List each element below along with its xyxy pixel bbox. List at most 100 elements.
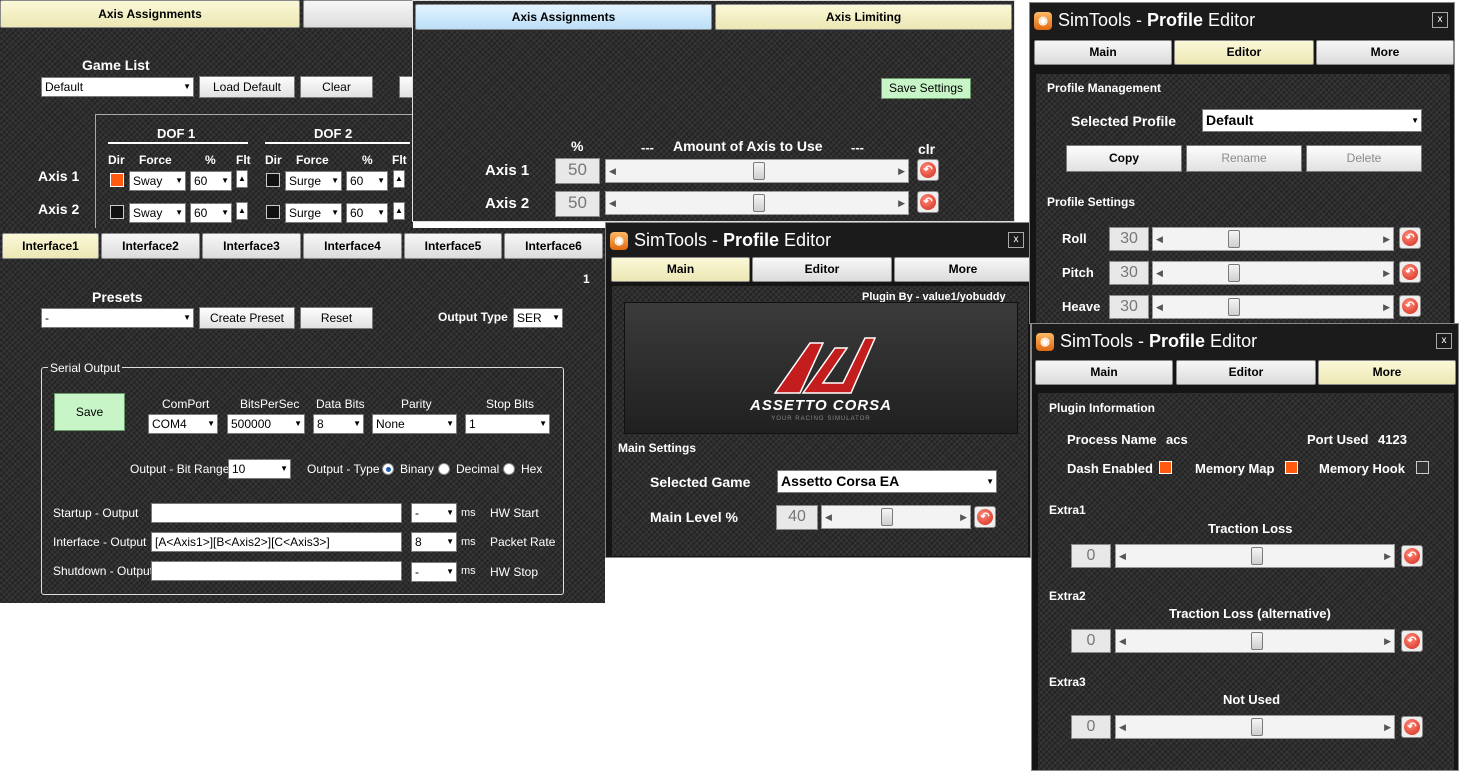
arrow-right-icon[interactable]: ▶ (1383, 228, 1390, 250)
comport-select[interactable]: COM4 ▼ (148, 414, 218, 434)
reset-button[interactable]: Reset (300, 307, 373, 329)
axis1-dof2-flt-button[interactable]: ▲ (393, 170, 405, 188)
selected-profile-select[interactable]: Default ▼ (1202, 109, 1422, 132)
tab-axis-assignments-2[interactable]: Axis Assignments (415, 4, 712, 30)
roll-slider[interactable]: ◀ ▶ (1152, 227, 1394, 251)
axis2-dof1-dir-checkbox[interactable] (110, 205, 124, 219)
shutdown-ms-select[interactable]: - ▼ (411, 562, 457, 582)
slider-thumb[interactable] (1251, 632, 1263, 650)
tab-main[interactable]: Main (611, 257, 750, 282)
startup-input[interactable] (151, 503, 402, 523)
arrow-left-icon[interactable]: ◀ (1119, 630, 1126, 652)
tab-editor[interactable]: Editor (1174, 40, 1314, 65)
slider-thumb[interactable] (753, 162, 765, 180)
selected-game-select[interactable]: Assetto Corsa EA ▼ (777, 470, 997, 493)
arrow-right-icon[interactable]: ▶ (960, 506, 967, 528)
extra2-slider[interactable]: ◀ ▶ (1115, 629, 1395, 653)
tab-main[interactable]: Main (1034, 40, 1172, 65)
tab-axis-limiting[interactable] (303, 0, 413, 28)
heave-value[interactable]: 30 (1109, 295, 1149, 319)
axis2-dof2-flt-button[interactable]: ▲ (393, 202, 405, 220)
tab-axis-assignments[interactable]: Axis Assignments (0, 0, 300, 28)
output-type-select[interactable]: SER ▼ (513, 308, 563, 328)
extra1-slider[interactable]: ◀ ▶ (1115, 544, 1395, 568)
slider-thumb[interactable] (1228, 298, 1241, 316)
bitrange-select[interactable]: 10 ▼ (228, 459, 291, 479)
main-level-value[interactable]: 40 (776, 505, 818, 530)
extra1-clear-button[interactable]: ↶ (1401, 545, 1423, 567)
arrow-left-icon[interactable]: ◀ (1119, 545, 1126, 567)
heave-slider[interactable]: ◀ ▶ (1152, 295, 1394, 319)
presets-select[interactable]: - ▼ (41, 308, 194, 328)
tab-interface6[interactable]: Interface6 (504, 233, 603, 259)
arrow-left-icon[interactable]: ◀ (1156, 296, 1163, 318)
tab-interface3[interactable]: Interface3 (202, 233, 301, 259)
save-button[interactable]: Save (54, 393, 125, 431)
arrow-right-icon[interactable]: ▶ (1383, 262, 1390, 284)
axis1-dof1-flt-button[interactable]: ▲ (236, 170, 248, 188)
axis1-dof2-force-select[interactable]: Surge ▼ (285, 171, 342, 191)
slider-thumb[interactable] (880, 508, 893, 526)
tab-more[interactable]: More (1318, 360, 1456, 385)
arrow-right-icon[interactable]: ▶ (898, 192, 905, 214)
limit-axis1-clear-button[interactable]: ↶ (917, 159, 939, 181)
bps-select[interactable]: 500000 ▼ (227, 414, 305, 434)
arrow-right-icon[interactable]: ▶ (898, 160, 905, 182)
databits-select[interactable]: 8 ▼ (313, 414, 364, 434)
limit-axis1-slider[interactable]: ◀ ▶ (605, 159, 909, 183)
close-icon[interactable]: x (1436, 333, 1452, 349)
dash-enabled-checkbox[interactable] (1159, 461, 1172, 474)
arrow-left-icon[interactable]: ◀ (825, 506, 832, 528)
startup-ms-select[interactable]: - ▼ (411, 503, 457, 523)
axis2-dof1-flt-button[interactable]: ▲ (236, 202, 248, 220)
slider-thumb[interactable] (1228, 230, 1241, 248)
interface-ms-select[interactable]: 8 ▼ (411, 532, 457, 552)
interface-input[interactable]: [A<Axis1>][B<Axis2>][C<Axis3>] (151, 532, 402, 552)
shutdown-input[interactable] (151, 561, 402, 581)
arrow-right-icon[interactable]: ▶ (1384, 545, 1391, 567)
slider-thumb[interactable] (1251, 718, 1263, 736)
game-list-select[interactable]: Default ▼ (41, 77, 194, 97)
arrow-left-icon[interactable]: ◀ (609, 160, 616, 182)
extra-button[interactable] (399, 76, 413, 98)
tab-main[interactable]: Main (1035, 360, 1173, 385)
axis2-dof1-pct-select[interactable]: 60 ▼ (190, 203, 232, 223)
create-preset-button[interactable]: Create Preset (199, 307, 295, 329)
arrow-left-icon[interactable]: ◀ (1156, 228, 1163, 250)
tab-more[interactable]: More (1316, 40, 1454, 65)
axis1-dof1-pct-select[interactable]: 60 ▼ (190, 171, 232, 191)
limit-axis2-value[interactable]: 50 (555, 191, 600, 217)
tab-interface2[interactable]: Interface2 (101, 233, 200, 259)
arrow-left-icon[interactable]: ◀ (1156, 262, 1163, 284)
close-icon[interactable]: x (1008, 232, 1024, 248)
extra3-clear-button[interactable]: ↶ (1401, 716, 1423, 738)
main-level-slider[interactable]: ◀ ▶ (821, 505, 971, 529)
heave-clear-button[interactable]: ↶ (1399, 295, 1421, 317)
tab-editor[interactable]: Editor (1176, 360, 1316, 385)
axis2-dof1-force-select[interactable]: Sway ▼ (129, 203, 186, 223)
pitch-slider[interactable]: ◀ ▶ (1152, 261, 1394, 285)
arrow-left-icon[interactable]: ◀ (1119, 716, 1126, 738)
arrow-right-icon[interactable]: ▶ (1384, 630, 1391, 652)
memory-hook-checkbox[interactable] (1416, 461, 1429, 474)
tab-interface1[interactable]: Interface1 (2, 233, 99, 259)
tab-axis-limiting-2[interactable]: Axis Limiting (715, 4, 1012, 30)
pitch-value[interactable]: 30 (1109, 261, 1149, 285)
clear-button[interactable]: Clear (300, 76, 373, 98)
radio-binary[interactable] (382, 463, 394, 475)
extra2-clear-button[interactable]: ↶ (1401, 630, 1423, 652)
extra3-value[interactable]: 0 (1071, 715, 1111, 739)
tab-more[interactable]: More (894, 257, 1030, 282)
slider-thumb[interactable] (753, 194, 765, 212)
roll-clear-button[interactable]: ↶ (1399, 227, 1421, 249)
load-default-button[interactable]: Load Default (199, 76, 295, 98)
radio-decimal[interactable] (438, 463, 450, 475)
tab-interface4[interactable]: Interface4 (303, 233, 402, 259)
main-level-clear-button[interactable]: ↶ (974, 506, 996, 528)
axis1-dof2-dir-checkbox[interactable] (266, 173, 280, 187)
axis1-dof1-dir-checkbox[interactable] (110, 173, 124, 187)
pitch-clear-button[interactable]: ↶ (1399, 261, 1421, 283)
stopbits-select[interactable]: 1 ▼ (465, 414, 550, 434)
memory-map-checkbox[interactable] (1285, 461, 1298, 474)
arrow-right-icon[interactable]: ▶ (1383, 296, 1390, 318)
